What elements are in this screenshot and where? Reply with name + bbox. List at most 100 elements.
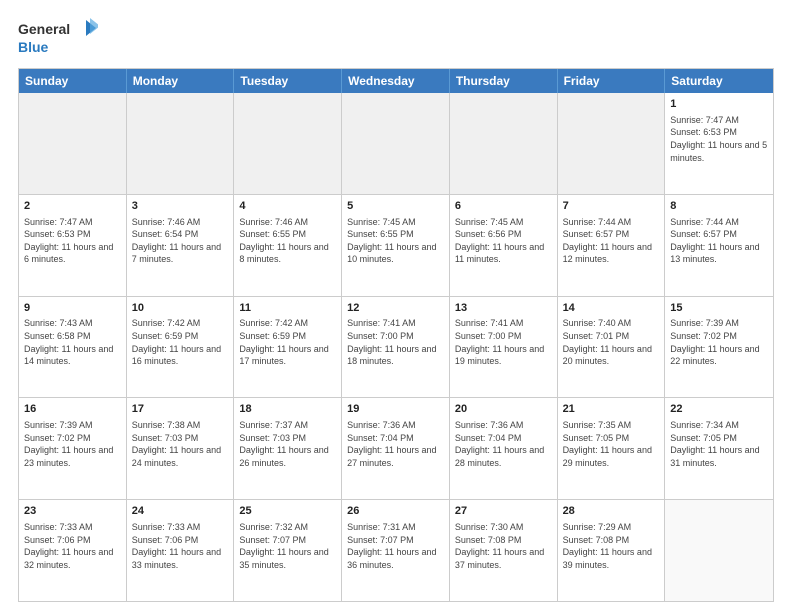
cal-cell-day-21: 21 Sunrise: 7:35 AM Sunset: 7:05 PM Dayli…	[558, 398, 666, 499]
cal-cell-day-9: 9Sunrise: 7:43 AM Sunset: 6:58 PM Daylig…	[19, 297, 127, 398]
calendar: SundayMondayTuesdayWednesdayThursdayFrid…	[18, 68, 774, 602]
day-number: 22	[670, 402, 768, 417]
cal-row-3: 16 Sunrise: 7:39 AM Sunset: 7:02 PM Dayli…	[19, 397, 773, 499]
logo-svg: General Blue	[18, 16, 98, 60]
cal-row-4: 23 Sunrise: 7:33 AM Sunset: 7:06 PM Dayli…	[19, 499, 773, 601]
day-number: 26	[347, 504, 444, 519]
day-number: 27	[455, 504, 552, 519]
cell-info: Sunrise: 7:45 AM Sunset: 6:55 PM Dayligh…	[347, 216, 444, 266]
cal-cell-day-20: 20Sunrise: 7:36 AM Sunset: 7:04 PM Dayli…	[450, 398, 558, 499]
cell-info: Sunrise: 7:46 AM Sunset: 6:54 PM Dayligh…	[132, 216, 229, 266]
day-number: 21	[563, 402, 660, 417]
cell-info: Sunrise: 7:39 AM Sunset: 7:02 PM Dayligh…	[24, 419, 121, 469]
cell-info: Sunrise: 7:33 AM Sunset: 7:06 PM Dayligh…	[132, 521, 229, 571]
cell-info: Sunrise: 7:45 AM Sunset: 6:56 PM Dayligh…	[455, 216, 552, 266]
day-number: 10	[132, 301, 229, 316]
header-cell-sunday: Sunday	[19, 69, 127, 93]
cal-cell-day-23: 23Sunrise: 7:33 AM Sunset: 7:06 PM Dayli…	[19, 500, 127, 601]
cell-info: Sunrise: 7:43 AM Sunset: 6:58 PM Dayligh…	[24, 317, 121, 367]
cell-info: Sunrise: 7:42 AM Sunset: 6:59 PM Dayligh…	[239, 317, 336, 367]
day-number: 9	[24, 301, 121, 316]
cal-cell-day-18: 18 Sunrise: 7:37 AM Sunset: 7:03 PM Dayli…	[234, 398, 342, 499]
cell-info: Sunrise: 7:29 AM Sunset: 7:08 PM Dayligh…	[563, 521, 660, 571]
cell-info: Sunrise: 7:36 AM Sunset: 7:04 PM Dayligh…	[347, 419, 444, 469]
cal-cell-day-2: 2 Sunrise: 7:47 AM Sunset: 6:53 PM Daylig…	[19, 195, 127, 296]
cell-info: Sunrise: 7:36 AM Sunset: 7:04 PM Dayligh…	[455, 419, 552, 469]
cal-cell-day-8: 8 Sunrise: 7:44 AM Sunset: 6:57 PM Daylig…	[665, 195, 773, 296]
cal-cell-day-28: 28Sunrise: 7:29 AM Sunset: 7:08 PM Dayli…	[558, 500, 666, 601]
cal-cell-day-5: 5Sunrise: 7:45 AM Sunset: 6:55 PM Daylig…	[342, 195, 450, 296]
cal-cell-day-1: 1 Sunrise: 7:47 AM Sunset: 6:53 PM Daylig…	[665, 93, 773, 194]
day-number: 15	[670, 301, 768, 316]
cal-cell-day-19: 19 Sunrise: 7:36 AM Sunset: 7:04 PM Dayli…	[342, 398, 450, 499]
header-cell-wednesday: Wednesday	[342, 69, 450, 93]
day-number: 24	[132, 504, 229, 519]
day-number: 2	[24, 199, 121, 214]
cell-info: Sunrise: 7:31 AM Sunset: 7:07 PM Dayligh…	[347, 521, 444, 571]
day-number: 17	[132, 402, 229, 417]
day-number: 19	[347, 402, 444, 417]
cell-info: Sunrise: 7:40 AM Sunset: 7:01 PM Dayligh…	[563, 317, 660, 367]
day-number: 16	[24, 402, 121, 417]
day-number: 1	[670, 97, 768, 112]
cell-info: Sunrise: 7:32 AM Sunset: 7:07 PM Dayligh…	[239, 521, 336, 571]
cal-cell-day-3: 3 Sunrise: 7:46 AM Sunset: 6:54 PM Daylig…	[127, 195, 235, 296]
header-cell-tuesday: Tuesday	[234, 69, 342, 93]
header-cell-thursday: Thursday	[450, 69, 558, 93]
cal-cell-empty	[558, 93, 666, 194]
calendar-body: 1 Sunrise: 7:47 AM Sunset: 6:53 PM Daylig…	[19, 93, 773, 601]
day-number: 4	[239, 199, 336, 214]
cell-info: Sunrise: 7:34 AM Sunset: 7:05 PM Dayligh…	[670, 419, 768, 469]
cal-cell-empty	[450, 93, 558, 194]
cal-cell-empty	[127, 93, 235, 194]
header-cell-saturday: Saturday	[665, 69, 773, 93]
header-cell-monday: Monday	[127, 69, 235, 93]
day-number: 8	[670, 199, 768, 214]
cal-cell-day-7: 7 Sunrise: 7:44 AM Sunset: 6:57 PM Daylig…	[558, 195, 666, 296]
day-number: 11	[239, 301, 336, 316]
day-number: 23	[24, 504, 121, 519]
cal-cell-empty	[234, 93, 342, 194]
cell-info: Sunrise: 7:44 AM Sunset: 6:57 PM Dayligh…	[563, 216, 660, 266]
cal-cell-day-17: 17Sunrise: 7:38 AM Sunset: 7:03 PM Dayli…	[127, 398, 235, 499]
cell-info: Sunrise: 7:42 AM Sunset: 6:59 PM Dayligh…	[132, 317, 229, 367]
cell-info: Sunrise: 7:39 AM Sunset: 7:02 PM Dayligh…	[670, 317, 768, 367]
cell-info: Sunrise: 7:30 AM Sunset: 7:08 PM Dayligh…	[455, 521, 552, 571]
cell-info: Sunrise: 7:35 AM Sunset: 7:05 PM Dayligh…	[563, 419, 660, 469]
cal-cell-day-4: 4Sunrise: 7:46 AM Sunset: 6:55 PM Daylig…	[234, 195, 342, 296]
cell-info: Sunrise: 7:47 AM Sunset: 6:53 PM Dayligh…	[24, 216, 121, 266]
cal-cell-day-11: 11Sunrise: 7:42 AM Sunset: 6:59 PM Dayli…	[234, 297, 342, 398]
cal-cell-empty	[19, 93, 127, 194]
calendar-page: General Blue SundayMondayTuesdayWednesda…	[0, 0, 792, 612]
cal-row-2: 9Sunrise: 7:43 AM Sunset: 6:58 PM Daylig…	[19, 296, 773, 398]
day-number: 3	[132, 199, 229, 214]
day-number: 6	[455, 199, 552, 214]
cell-info: Sunrise: 7:37 AM Sunset: 7:03 PM Dayligh…	[239, 419, 336, 469]
day-number: 12	[347, 301, 444, 316]
cal-cell-day-27: 27 Sunrise: 7:30 AM Sunset: 7:08 PM Dayli…	[450, 500, 558, 601]
day-number: 7	[563, 199, 660, 214]
cal-cell-day-22: 22 Sunrise: 7:34 AM Sunset: 7:05 PM Dayli…	[665, 398, 773, 499]
cell-info: Sunrise: 7:47 AM Sunset: 6:53 PM Dayligh…	[670, 114, 768, 164]
calendar-header-row: SundayMondayTuesdayWednesdayThursdayFrid…	[19, 69, 773, 93]
cal-cell-empty	[342, 93, 450, 194]
logo: General Blue	[18, 16, 98, 60]
cell-info: Sunrise: 7:41 AM Sunset: 7:00 PM Dayligh…	[455, 317, 552, 367]
cal-cell-day-25: 25Sunrise: 7:32 AM Sunset: 7:07 PM Dayli…	[234, 500, 342, 601]
cal-cell-day-16: 16 Sunrise: 7:39 AM Sunset: 7:02 PM Dayli…	[19, 398, 127, 499]
svg-text:General: General	[18, 21, 70, 37]
day-number: 18	[239, 402, 336, 417]
cal-cell-day-6: 6 Sunrise: 7:45 AM Sunset: 6:56 PM Daylig…	[450, 195, 558, 296]
cal-cell-day-14: 14Sunrise: 7:40 AM Sunset: 7:01 PM Dayli…	[558, 297, 666, 398]
header: General Blue	[18, 16, 774, 60]
cal-row-1: 2 Sunrise: 7:47 AM Sunset: 6:53 PM Daylig…	[19, 194, 773, 296]
header-cell-friday: Friday	[558, 69, 666, 93]
cal-cell-day-12: 12Sunrise: 7:41 AM Sunset: 7:00 PM Dayli…	[342, 297, 450, 398]
cal-cell-day-15: 15Sunrise: 7:39 AM Sunset: 7:02 PM Dayli…	[665, 297, 773, 398]
day-number: 13	[455, 301, 552, 316]
day-number: 14	[563, 301, 660, 316]
svg-text:Blue: Blue	[18, 39, 49, 55]
cal-cell-day-24: 24 Sunrise: 7:33 AM Sunset: 7:06 PM Dayli…	[127, 500, 235, 601]
cal-cell-day-10: 10Sunrise: 7:42 AM Sunset: 6:59 PM Dayli…	[127, 297, 235, 398]
cell-info: Sunrise: 7:44 AM Sunset: 6:57 PM Dayligh…	[670, 216, 768, 266]
